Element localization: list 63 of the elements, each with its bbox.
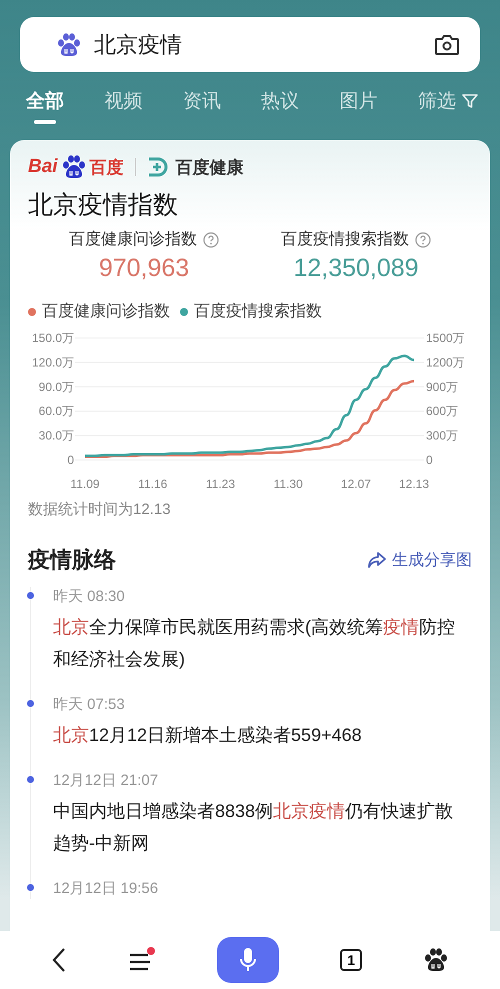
share-button[interactable]: 生成分享图	[367, 550, 472, 570]
tab-count-button[interactable]: 1	[340, 949, 362, 971]
card-title: 北京疫情指数	[28, 190, 179, 221]
news-time: 昨天 08:30	[53, 587, 126, 607]
news-headline[interactable]: 北京全力保障市民就医用药需求(高效统筹疫情防控和经济社会发展)	[53, 611, 456, 675]
tab[interactable]: 图片	[336, 84, 382, 126]
baidu-paw-icon	[423, 947, 450, 973]
news-time: 12月12日 21:07	[53, 771, 160, 791]
tab[interactable]: 全部	[22, 84, 68, 126]
news-headline[interactable]: 北京12月12日新增本土感染者559+468	[53, 719, 456, 751]
axis-label: 11.23	[206, 477, 236, 491]
back-icon[interactable]	[50, 947, 67, 973]
stat-label: 百度健康问诊指数	[69, 230, 197, 250]
axis-label: 90.0万	[38, 380, 74, 394]
timeline-dot	[27, 884, 34, 891]
stat-value: 970,963	[98, 254, 190, 283]
axis-label: 900万	[426, 380, 458, 394]
camera-icon[interactable]	[434, 32, 460, 56]
health-cross-icon	[146, 157, 169, 177]
baidu-paw-icon	[56, 32, 82, 58]
brand-text: 百度健康	[176, 156, 244, 178]
filter-icon	[462, 93, 478, 109]
news-headline[interactable]: 中国内地日增感染者8838例北京疫情仍有快速扩散趋势-中新网	[53, 795, 456, 859]
axis-label: 11.09	[70, 477, 100, 491]
baidu-paw-icon	[60, 154, 87, 180]
tab[interactable]: 资讯	[178, 84, 225, 126]
share-icon	[367, 551, 387, 569]
axis-label: 60.0万	[38, 404, 74, 418]
brand-text: 百度	[90, 156, 124, 178]
timeline-dot	[27, 700, 34, 707]
axis-label: 120.0万	[32, 355, 74, 370]
axis-label: 12.07	[340, 477, 371, 491]
axis-label: 0	[67, 453, 74, 467]
axis-label: 11.16	[138, 477, 168, 491]
news-time: 12月12日 19:56	[53, 879, 160, 899]
axis-label: 300万	[426, 428, 458, 443]
menu-icon[interactable]	[128, 947, 156, 973]
section-title: 疫情脉络	[28, 546, 116, 574]
help-icon[interactable]	[415, 232, 431, 248]
microphone-icon	[238, 947, 257, 973]
stat-value: 12,350,089	[293, 254, 419, 283]
axis-label: 12.13	[398, 477, 430, 491]
brand-text: Bai	[28, 156, 58, 178]
search-field[interactable]: 北京疫情	[20, 17, 480, 72]
help-icon[interactable]	[203, 232, 219, 248]
axis-label: 11.30	[274, 477, 303, 491]
axis-label: 1200万	[426, 355, 465, 370]
voice-button[interactable]	[216, 937, 279, 983]
tab[interactable]: 热议	[257, 84, 304, 126]
axis-label: 0	[426, 453, 433, 467]
filter-button[interactable]: 筛选	[414, 84, 482, 126]
data-note: 数据统计时间为12.13	[28, 500, 172, 519]
legend-label: 百度疫情搜索指数	[194, 302, 322, 322]
stat-label: 百度疫情搜索指数	[281, 230, 409, 250]
axis-label: 150.0万	[32, 332, 74, 345]
legend-label: 百度健康问诊指数	[42, 302, 170, 322]
tab[interactable]: 视频	[100, 84, 146, 126]
news-time: 昨天 07:53	[53, 695, 126, 715]
axis-label: 600万	[426, 404, 458, 418]
timeline-dot	[27, 592, 34, 599]
axis-label: 1500万	[426, 332, 465, 345]
timeline-dot	[27, 776, 34, 783]
axis-label: 30.0万	[38, 428, 74, 443]
